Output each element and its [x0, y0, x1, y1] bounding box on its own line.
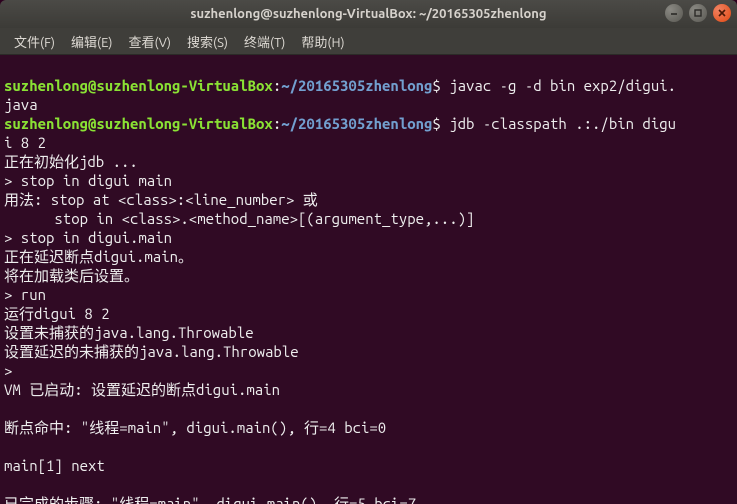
- prompt-sep: :: [273, 77, 281, 94]
- term-line: main[1] next: [4, 457, 105, 474]
- prompt-path: ~/20165305zhenlong: [281, 77, 432, 94]
- cmd2a: jdb -classpath .:./bin digu: [449, 115, 676, 132]
- close-button[interactable]: [713, 4, 731, 22]
- term-line: 设置延迟的未捕获的java.lang.Throwable: [4, 343, 299, 360]
- prompt-symbol: $: [432, 77, 440, 94]
- term-line: > stop in digui.main: [4, 229, 172, 246]
- menu-search[interactable]: 搜索(S): [179, 28, 236, 55]
- menu-bar: 文件(F) 编辑(E) 查看(V) 搜索(S) 终端(T) 帮助(H): [0, 28, 737, 55]
- term-line: 已完成的步骤: "线程=main", digui.main(), 行=5 bci…: [4, 495, 416, 504]
- cmd2b: i 8 2: [4, 134, 46, 151]
- cmd1b: java: [4, 96, 38, 113]
- window-buttons: [665, 4, 731, 22]
- menu-terminal[interactable]: 终端(T): [236, 28, 293, 55]
- term-line: 设置未捕获的java.lang.Throwable: [4, 324, 254, 341]
- term-line: 运行digui 8 2: [4, 305, 110, 322]
- term-line: VM 已启动: 设置延迟的断点digui.main: [4, 381, 280, 398]
- menu-view[interactable]: 查看(V): [121, 28, 179, 55]
- menu-edit[interactable]: 编辑(E): [63, 28, 120, 55]
- terminal-output[interactable]: suzhenlong@suzhenlong-VirtualBox:~/20165…: [0, 55, 737, 504]
- term-line: 断点命中: "线程=main", digui.main(), 行=4 bci=0: [4, 419, 386, 436]
- term-line: > run: [4, 286, 46, 303]
- minimize-button[interactable]: [665, 4, 683, 22]
- term-line: >: [4, 362, 21, 379]
- title-bar: suzhenlong@suzhenlong-VirtualBox: ~/2016…: [0, 0, 737, 28]
- term-line: stop in <class>.<method_name>[(argument_…: [4, 210, 474, 227]
- maximize-button[interactable]: [689, 4, 707, 22]
- prompt-userhost: suzhenlong@suzhenlong-VirtualBox: [4, 77, 273, 94]
- term-line: 正在延迟断点digui.main。: [4, 248, 193, 265]
- term-line: 将在加载类后设置。: [4, 267, 139, 284]
- prompt-userhost-2: suzhenlong@suzhenlong-VirtualBox: [4, 115, 273, 132]
- term-line: 正在初始化jdb ...: [4, 153, 138, 170]
- term-line: 用法: stop at <class>:<line_number> 或: [4, 191, 318, 208]
- menu-file[interactable]: 文件(F): [6, 28, 63, 55]
- cmd1a: javac -g -d bin exp2/digui.: [449, 77, 676, 94]
- window-title: suzhenlong@suzhenlong-VirtualBox: ~/2016…: [190, 7, 546, 21]
- menu-help[interactable]: 帮助(H): [293, 28, 352, 55]
- term-line: > stop in digui main: [4, 172, 172, 189]
